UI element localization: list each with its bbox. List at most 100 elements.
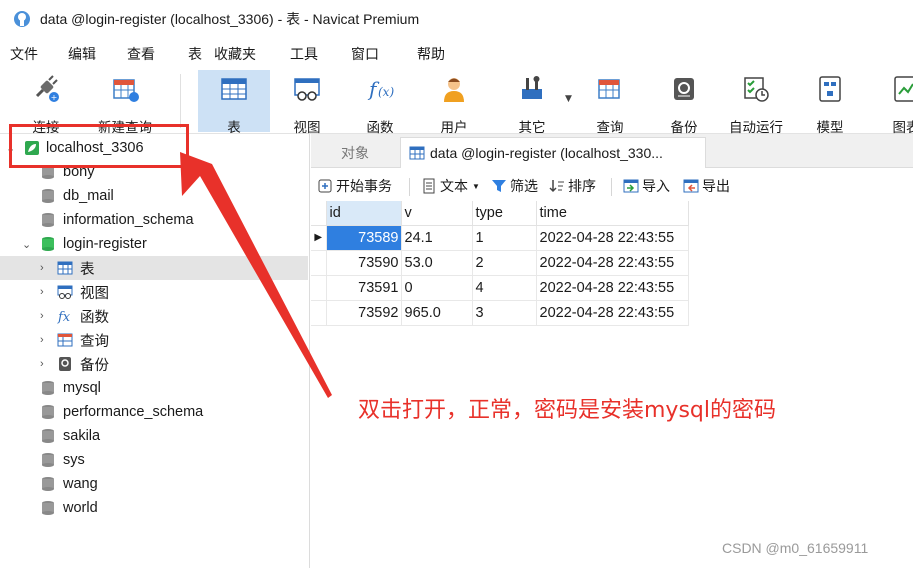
menu-edit[interactable]: 编辑 xyxy=(68,44,96,64)
tree-views-node[interactable]: › 视图 xyxy=(0,280,308,304)
cell-v[interactable]: 53.0 xyxy=(401,250,473,276)
table-button[interactable]: 表 xyxy=(198,70,270,135)
menu-help[interactable]: 帮助 xyxy=(417,44,445,64)
tree-open-database-label: login-register xyxy=(63,236,147,252)
import-icon xyxy=(623,178,639,194)
cell-type[interactable]: 3 xyxy=(472,300,537,326)
tab-data[interactable]: data @login-register (localhost_330... xyxy=(400,137,706,168)
chevron-right-icon[interactable]: › xyxy=(40,358,44,370)
export-icon xyxy=(683,178,699,194)
cell-id[interactable]: 73591 xyxy=(326,275,402,301)
database-icon xyxy=(42,477,54,491)
export-button[interactable]: 导出 xyxy=(683,176,730,196)
tree-database[interactable]: information_schema xyxy=(0,208,308,232)
tree-database-label: sys xyxy=(63,452,85,468)
tree-database[interactable]: wang xyxy=(0,472,308,496)
sort-button[interactable]: 排序 xyxy=(549,176,596,196)
automation-button[interactable]: 自动运行 xyxy=(724,70,788,135)
cell-time[interactable]: 2022-04-28 22:43:55 xyxy=(536,300,689,326)
svg-text:+: + xyxy=(51,93,58,102)
menu-favorites[interactable]: 收藏夹 xyxy=(214,44,256,64)
tree-database[interactable]: world xyxy=(0,496,308,520)
tab-bar: 对象 data @login-register (localhost_330..… xyxy=(311,134,913,168)
database-icon xyxy=(42,501,54,515)
chevron-right-icon[interactable]: › xyxy=(40,310,44,322)
tree-open-database[interactable]: ⌄ login-register xyxy=(0,232,308,256)
backup-icon xyxy=(669,74,699,104)
table-row[interactable]: 73591 0 4 2022-04-28 22:43:55 xyxy=(311,275,689,301)
chart-label: 图表 xyxy=(892,120,913,135)
cell-type[interactable]: 4 xyxy=(472,275,537,301)
column-header-type[interactable]: type xyxy=(472,201,537,226)
function-button[interactable]: f (x) 函数 xyxy=(358,70,402,135)
text-dropdown-icon[interactable]: ▼ xyxy=(472,182,480,191)
text-icon xyxy=(421,178,437,194)
menu-view[interactable]: 查看 xyxy=(127,44,155,64)
other-button[interactable]: 其它 xyxy=(508,70,556,135)
chart-button[interactable]: 图表 xyxy=(884,70,913,135)
chevron-down-icon[interactable]: ⌄ xyxy=(22,238,31,251)
model-label: 模型 xyxy=(816,120,844,135)
toolbar-separator xyxy=(409,178,410,196)
cell-time[interactable]: 2022-04-28 22:43:55 xyxy=(536,250,689,276)
cell-v[interactable]: 0 xyxy=(401,275,473,301)
cell-type[interactable]: 1 xyxy=(472,225,537,251)
tab-objects[interactable]: 对象 xyxy=(311,137,399,168)
menu-file[interactable]: 文件 xyxy=(10,44,38,64)
tree-views-label: 视图 xyxy=(80,285,109,302)
import-button[interactable]: 导入 xyxy=(623,176,670,196)
chevron-right-icon[interactable]: › xyxy=(40,286,44,298)
tree-database[interactable]: sys xyxy=(0,448,308,472)
row-header xyxy=(311,250,327,276)
begin-transaction-button[interactable]: 开始事务 xyxy=(317,176,392,196)
filter-label: 筛选 xyxy=(510,178,538,194)
cell-id[interactable]: 73590 xyxy=(326,250,402,276)
table-row[interactable]: 73590 53.0 2 2022-04-28 22:43:55 xyxy=(311,250,689,276)
filter-button[interactable]: 筛选 xyxy=(491,176,538,196)
tree-database[interactable]: mysql xyxy=(0,376,308,400)
view-icon xyxy=(292,74,322,104)
database-open-icon xyxy=(42,237,54,251)
query-button[interactable]: 查询 xyxy=(588,70,632,135)
user-button[interactable]: 用户 xyxy=(432,70,476,135)
tree-database[interactable]: sakila xyxy=(0,424,308,448)
cell-type[interactable]: 2 xyxy=(472,250,537,276)
new-query-button[interactable]: 新建查询 xyxy=(92,70,158,135)
tab-data-label: data @login-register (localhost_330... xyxy=(430,145,663,161)
cell-id[interactable]: 73592 xyxy=(326,300,402,326)
cell-v[interactable]: 24.1 xyxy=(401,225,473,251)
other-dropdown-icon[interactable]: ▼ xyxy=(565,94,572,104)
cell-time[interactable]: 2022-04-28 22:43:55 xyxy=(536,225,689,251)
table-row[interactable]: ▶ 73589 24.1 1 2022-04-28 22:43:55 xyxy=(311,225,689,251)
tree-database[interactable]: performance_schema xyxy=(0,400,308,424)
tree-database[interactable]: db_mail xyxy=(0,184,308,208)
backup-button[interactable]: 备份 xyxy=(662,70,706,135)
model-button[interactable]: 模型 xyxy=(808,70,852,135)
cell-id[interactable]: 73589 xyxy=(326,225,402,251)
column-header-id[interactable]: id xyxy=(326,201,402,226)
database-icon xyxy=(42,453,54,467)
filter-icon xyxy=(491,178,507,194)
chevron-right-icon[interactable]: › xyxy=(40,262,44,274)
tree-queries-node[interactable]: › 查询 xyxy=(0,328,308,352)
text-button[interactable]: 文本 ▼ xyxy=(421,176,480,196)
title-bar: data @login-register (localhost_3306) - … xyxy=(0,0,913,38)
table-row[interactable]: 73592 965.0 3 2022-04-28 22:43:55 xyxy=(311,300,689,326)
chevron-right-icon[interactable]: › xyxy=(40,334,44,346)
cell-time[interactable]: 2022-04-28 22:43:55 xyxy=(536,275,689,301)
column-header-time[interactable]: time xyxy=(536,201,689,226)
view-button[interactable]: 视图 xyxy=(285,70,329,135)
tree-backups-node[interactable]: › 备份 xyxy=(0,352,308,376)
menu-table[interactable]: 表 xyxy=(188,44,202,64)
tree-tables-node[interactable]: › 表 xyxy=(0,256,308,280)
tree-functions-node[interactable]: › fx 函数 xyxy=(0,304,308,328)
view-label: 视图 xyxy=(293,120,321,135)
other-label: 其它 xyxy=(518,120,546,135)
cell-v[interactable]: 965.0 xyxy=(401,300,473,326)
svg-text:fx: fx xyxy=(57,310,71,324)
connection-button[interactable]: + 连接 xyxy=(22,70,70,135)
export-label: 导出 xyxy=(702,178,730,194)
menu-tools[interactable]: 工具 xyxy=(290,44,318,64)
column-header-v[interactable]: v xyxy=(401,201,473,226)
menu-window[interactable]: 窗口 xyxy=(351,44,379,64)
